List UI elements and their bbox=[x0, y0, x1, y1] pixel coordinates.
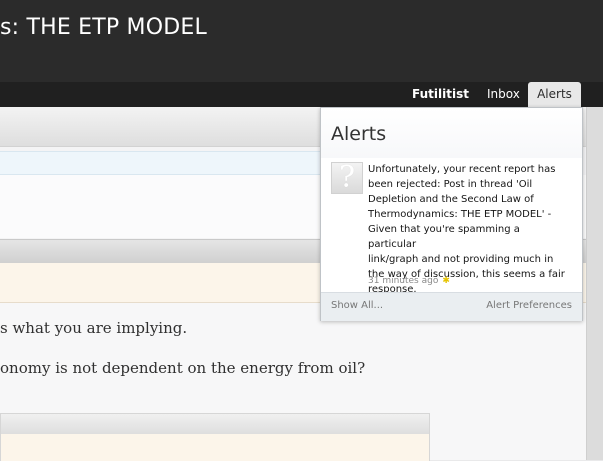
post-text-line-1: s what you are implying. bbox=[0, 319, 188, 337]
page-title: s: THE ETP MODEL bbox=[0, 15, 207, 40]
alerts-popup-footer: Show All... Alert Preferences bbox=[321, 292, 582, 321]
info-strip bbox=[0, 151, 330, 175]
alerts-list: ? Unfortunately, your recent report has … bbox=[321, 158, 582, 295]
header-bar bbox=[0, 0, 603, 82]
alert-item[interactable]: ? Unfortunately, your recent report has … bbox=[321, 158, 582, 295]
alerts-popup-title: Alerts bbox=[331, 123, 387, 145]
nav-inbox-link[interactable]: Inbox bbox=[487, 82, 520, 107]
alert-preferences-link[interactable]: Alert Preferences bbox=[486, 300, 572, 311]
post-text-line-2: onomy is not dependent on the energy fro… bbox=[0, 359, 366, 377]
alert-timestamp: 31 minutes ago bbox=[368, 276, 439, 286]
alerts-popup: Alerts ? Unfortunately, your recent repo… bbox=[320, 107, 583, 321]
right-edge-panel bbox=[586, 107, 603, 460]
new-star-icon: ✱ bbox=[442, 275, 450, 286]
show-all-alerts-link[interactable]: Show All... bbox=[331, 300, 383, 311]
quote-content bbox=[1, 434, 429, 461]
question-mark-icon: ? bbox=[338, 162, 356, 194]
quote-header bbox=[1, 414, 429, 435]
alerts-popup-header: Alerts bbox=[321, 108, 582, 159]
default-avatar-icon[interactable]: ? bbox=[331, 162, 363, 194]
nav-user-link[interactable]: Futilitist bbox=[412, 82, 469, 107]
top-navigation: Futilitist Inbox Alerts bbox=[0, 82, 603, 107]
quote-box bbox=[0, 413, 430, 461]
alert-meta: 31 minutes ago ✱ bbox=[368, 274, 450, 288]
nav-alerts-tab[interactable]: Alerts bbox=[528, 82, 581, 107]
